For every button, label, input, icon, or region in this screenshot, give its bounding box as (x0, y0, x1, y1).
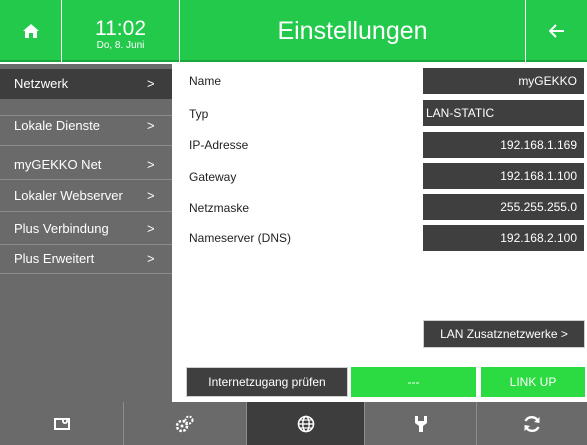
gateway-field[interactable]: 192.168.1.100 (423, 163, 584, 189)
clock-date: Do, 8. Juni (96, 40, 145, 51)
field-label-gateway: Gateway (189, 170, 237, 184)
sidebar-item-label: Plus Erweitert (14, 251, 95, 266)
field-label-netzmaske: Netzmaske (189, 201, 250, 215)
sidebar-item-mygekko-net[interactable]: myGEKKO Net > (0, 150, 172, 180)
field-label-name: Name (189, 74, 222, 88)
home-icon (22, 24, 39, 38)
check-internet-button[interactable]: Internetzugang prüfen (186, 367, 348, 397)
chevron-right-icon: > (147, 76, 155, 91)
internet-check-result: --- (351, 367, 476, 397)
field-label-ip: IP-Adresse (189, 138, 249, 152)
name-field[interactable]: myGEKKO (423, 68, 584, 94)
nav-service[interactable] (365, 402, 476, 445)
back-button[interactable] (525, 0, 587, 62)
link-status-badge: LINK UP (481, 367, 585, 397)
nameserver-field[interactable]: 192.168.2.100 (423, 225, 584, 251)
clock-time: 11:02 (95, 17, 146, 40)
sidebar-item-plus-verbindung[interactable]: Plus Verbindung > (0, 214, 172, 244)
nav-system[interactable] (124, 402, 246, 445)
bottom-navigation (0, 402, 587, 445)
ip-address-field[interactable]: 192.168.1.169 (423, 132, 584, 158)
chevron-right-icon: > (147, 221, 155, 236)
nav-network[interactable] (247, 402, 364, 445)
field-label-dns: Nameserver (DNS) (189, 231, 292, 245)
nav-device-settings[interactable] (0, 402, 123, 445)
system-gears-icon (175, 415, 194, 432)
sidebar-item-label: myGEKKO Net (14, 157, 102, 172)
sidebar-item-label: Lokaler Webserver (14, 188, 123, 203)
chevron-right-icon: > (147, 251, 155, 266)
sidebar-divider (0, 145, 172, 146)
chevron-right-icon: > (147, 118, 155, 133)
service-wrench-icon (414, 415, 427, 432)
sidebar-item-label: Netzwerk (14, 76, 69, 91)
settings-screen: 11:02 Do, 8. Juni Einstellungen Netzwerk… (0, 0, 587, 445)
sidebar-divider (0, 273, 172, 274)
sidebar-item-label: Lokale Dienste (14, 118, 100, 133)
sidebar-item-netzwerk[interactable]: Netzwerk > (0, 69, 172, 99)
sidebar-divider (0, 211, 172, 212)
nav-refresh[interactable] (477, 402, 587, 445)
field-label-typ: Typ (189, 107, 209, 121)
sidebar: Netzwerk > Lokale Dienste > myGEKKO Net … (0, 64, 172, 402)
lan-additional-networks-button[interactable]: LAN Zusatznetzwerke > (423, 320, 585, 348)
sidebar-item-label: Plus Verbindung (14, 221, 109, 236)
chevron-right-icon: > (147, 157, 155, 172)
sidebar-item-plus-erweitert[interactable]: Plus Erweitert > (0, 244, 172, 274)
arrow-left-icon (548, 24, 564, 38)
sidebar-divider (0, 179, 172, 180)
header-bar: 11:02 Do, 8. Juni Einstellungen (0, 0, 587, 62)
chevron-right-icon: > (147, 188, 155, 203)
page-title: Einstellungen (277, 17, 428, 45)
typ-field[interactable]: LAN-STATIC (423, 100, 584, 126)
home-button[interactable] (0, 0, 62, 62)
network-globe-icon (297, 415, 314, 432)
refresh-icon (524, 415, 540, 432)
device-settings-icon (53, 417, 70, 430)
netmask-field[interactable]: 255.255.255.0 (423, 194, 584, 220)
sidebar-item-lokaler-webserver[interactable]: Lokaler Webserver > (0, 181, 172, 211)
sidebar-item-lokale-dienste[interactable]: Lokale Dienste > (0, 111, 172, 141)
clock: 11:02 Do, 8. Juni (62, 0, 180, 62)
